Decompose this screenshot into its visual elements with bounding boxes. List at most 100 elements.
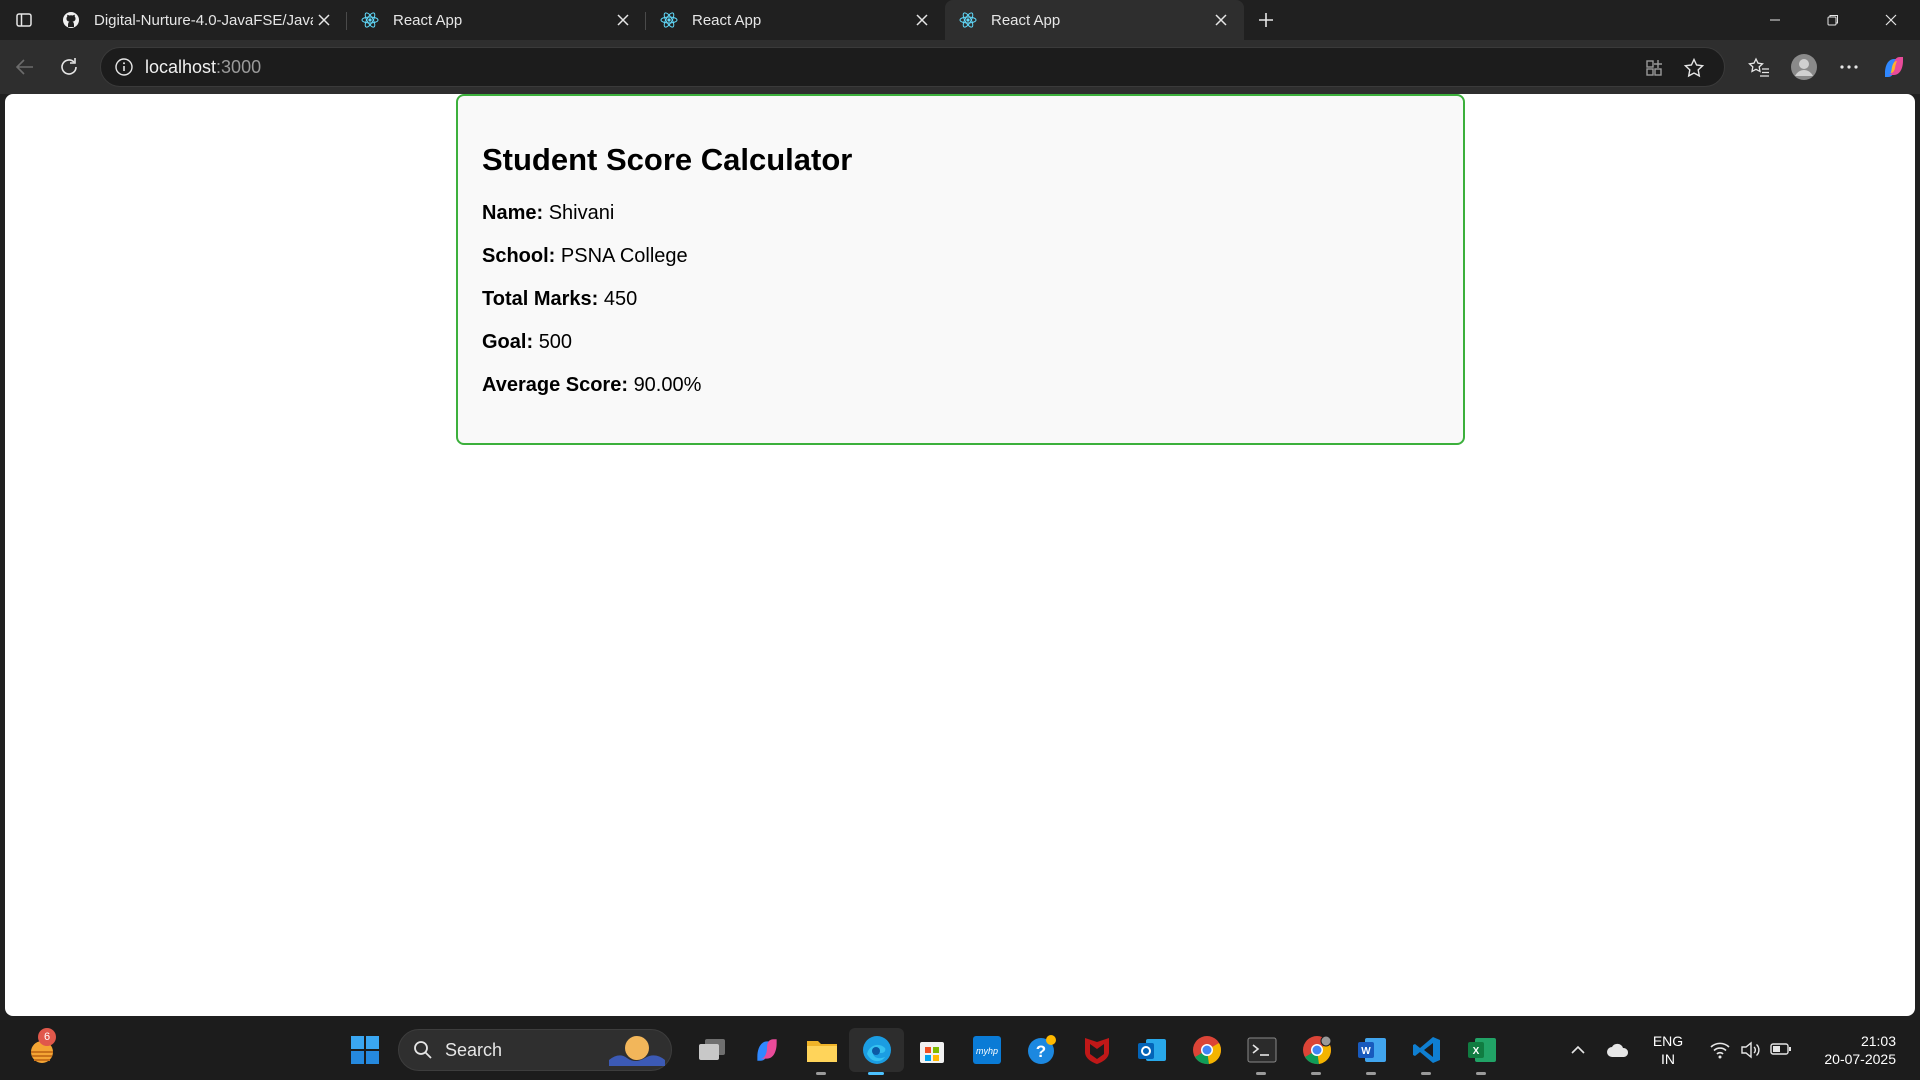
task-view-button[interactable] — [684, 1028, 739, 1072]
new-tab-button[interactable] — [1244, 0, 1288, 40]
close-icon[interactable] — [1210, 9, 1232, 31]
widget-badge: 6 — [38, 1028, 56, 1046]
chrome-button[interactable] — [1179, 1028, 1234, 1072]
microsoft-store-button[interactable] — [904, 1028, 959, 1072]
field-school: School: PSNA College — [482, 245, 1439, 268]
excel-button[interactable]: X — [1454, 1028, 1509, 1075]
outlook-button[interactable] — [1124, 1028, 1179, 1072]
score-card: Student Score Calculator Name: Shivani S… — [456, 94, 1465, 445]
react-icon — [959, 11, 977, 29]
start-button[interactable] — [350, 1035, 380, 1065]
page-viewport: Student Score Calculator Name: Shivani S… — [5, 94, 1915, 1016]
quick-settings-button[interactable] — [1710, 1041, 1792, 1059]
back-arrow-icon — [15, 59, 33, 75]
chrome-profile-button[interactable] — [1289, 1028, 1344, 1075]
close-icon — [1885, 14, 1897, 26]
favorite-button[interactable] — [1678, 52, 1710, 84]
settings-more-button[interactable] — [1826, 45, 1871, 89]
onedrive-button[interactable] — [1598, 1042, 1638, 1058]
svg-text:X: X — [1472, 1046, 1479, 1057]
windows-icon — [351, 1036, 379, 1064]
word-icon: W — [1357, 1038, 1386, 1062]
folder-icon — [806, 1041, 837, 1062]
terminal-button[interactable] — [1234, 1028, 1289, 1075]
field-label: School: — [482, 245, 556, 267]
show-hidden-icons-button[interactable] — [1558, 1045, 1598, 1055]
clock-date: 20-07-2025 — [1824, 1051, 1896, 1067]
task-view-icon — [698, 1039, 725, 1060]
close-icon[interactable] — [612, 9, 634, 31]
field-value: Shivani — [548, 202, 615, 224]
site-info-icon[interactable] — [113, 56, 135, 78]
star-icon — [1683, 57, 1705, 78]
svg-text:W: W — [1361, 1046, 1371, 1057]
tab-title: Digital-Nurture-4.0-JavaFSE/Java — [94, 11, 313, 29]
vscode-button[interactable] — [1399, 1028, 1454, 1075]
tab-github[interactable]: Digital-Nurture-4.0-JavaFSE/Java — [48, 0, 347, 40]
taskbar-search[interactable]: Search — [398, 1029, 672, 1071]
favorites-list-icon — [1747, 57, 1769, 77]
excel-icon: X — [1467, 1038, 1496, 1062]
get-help-button[interactable]: ? — [1014, 1028, 1069, 1072]
field-value: PSNA College — [560, 245, 688, 267]
taskbar-apps: myhp ? W X — [684, 1028, 1509, 1075]
chrome-icon — [1302, 1035, 1331, 1065]
terminal-icon — [1247, 1037, 1276, 1063]
help-icon: ? — [1027, 1035, 1056, 1064]
edge-button[interactable] — [849, 1028, 904, 1075]
field-average-score: Average Score: 90.00% — [482, 374, 1439, 397]
clock[interactable]: 21:03 20-07-2025 — [1804, 1032, 1920, 1068]
tab-react-app-1[interactable]: React App — [347, 0, 646, 40]
chevron-up-icon — [1571, 1045, 1585, 1054]
myhp-button[interactable]: myhp — [959, 1028, 1014, 1072]
battery-icon — [1770, 1043, 1791, 1055]
close-window-button[interactable] — [1862, 0, 1920, 40]
word-button[interactable]: W — [1344, 1028, 1399, 1075]
svg-text:myhp: myhp — [975, 1046, 997, 1056]
edge-icon — [862, 1036, 891, 1064]
field-label: Average Score: — [482, 374, 628, 396]
tab-react-app-active[interactable]: React App — [945, 0, 1244, 40]
react-icon — [660, 11, 678, 29]
url-port: :3000 — [216, 56, 262, 77]
copilot-icon — [1884, 57, 1903, 77]
profile-button[interactable] — [1781, 45, 1826, 89]
language-indicator[interactable]: ENG IN — [1638, 1032, 1698, 1068]
back-button[interactable] — [3, 45, 47, 89]
tab-title: React App — [692, 11, 762, 29]
field-total-marks: Total Marks: 450 — [482, 288, 1439, 311]
apps-icon — [1646, 60, 1662, 76]
mcafee-button[interactable] — [1069, 1028, 1124, 1072]
tab-actions-button[interactable] — [0, 0, 48, 40]
minimize-icon — [1770, 19, 1780, 21]
field-value: 90.00% — [633, 374, 702, 396]
file-explorer-button[interactable] — [794, 1028, 849, 1075]
tab-title: React App — [991, 11, 1061, 29]
copilot-button[interactable] — [1871, 45, 1916, 89]
copilot-app-button[interactable] — [739, 1028, 794, 1072]
restore-button[interactable] — [1804, 0, 1862, 40]
more-icon — [1839, 65, 1858, 69]
refresh-icon — [61, 58, 77, 75]
language-code: ENG — [1652, 1033, 1684, 1049]
field-label: Goal: — [482, 331, 534, 353]
tab-react-app-2[interactable]: React App — [646, 0, 945, 40]
volume-icon — [1741, 1041, 1760, 1059]
minimize-button[interactable] — [1746, 0, 1804, 40]
chrome-icon — [1192, 1036, 1221, 1065]
field-label: Total Marks: — [482, 288, 599, 310]
field-value: 450 — [603, 288, 638, 310]
address-bar[interactable]: localhost:3000 — [100, 47, 1725, 87]
app-available-button[interactable] — [1638, 52, 1670, 84]
region-code: IN — [1661, 1051, 1675, 1067]
github-icon — [62, 11, 80, 29]
field-value: 500 — [538, 331, 573, 353]
refresh-button[interactable] — [47, 45, 91, 89]
favorites-button[interactable] — [1736, 45, 1781, 89]
page-title: Student Score Calculator — [482, 142, 853, 177]
window-controls — [1746, 0, 1920, 40]
close-icon[interactable] — [313, 9, 335, 31]
close-icon[interactable] — [911, 9, 933, 31]
field-name: Name: Shivani — [482, 202, 1439, 225]
clock-time: 21:03 — [1860, 1033, 1896, 1049]
